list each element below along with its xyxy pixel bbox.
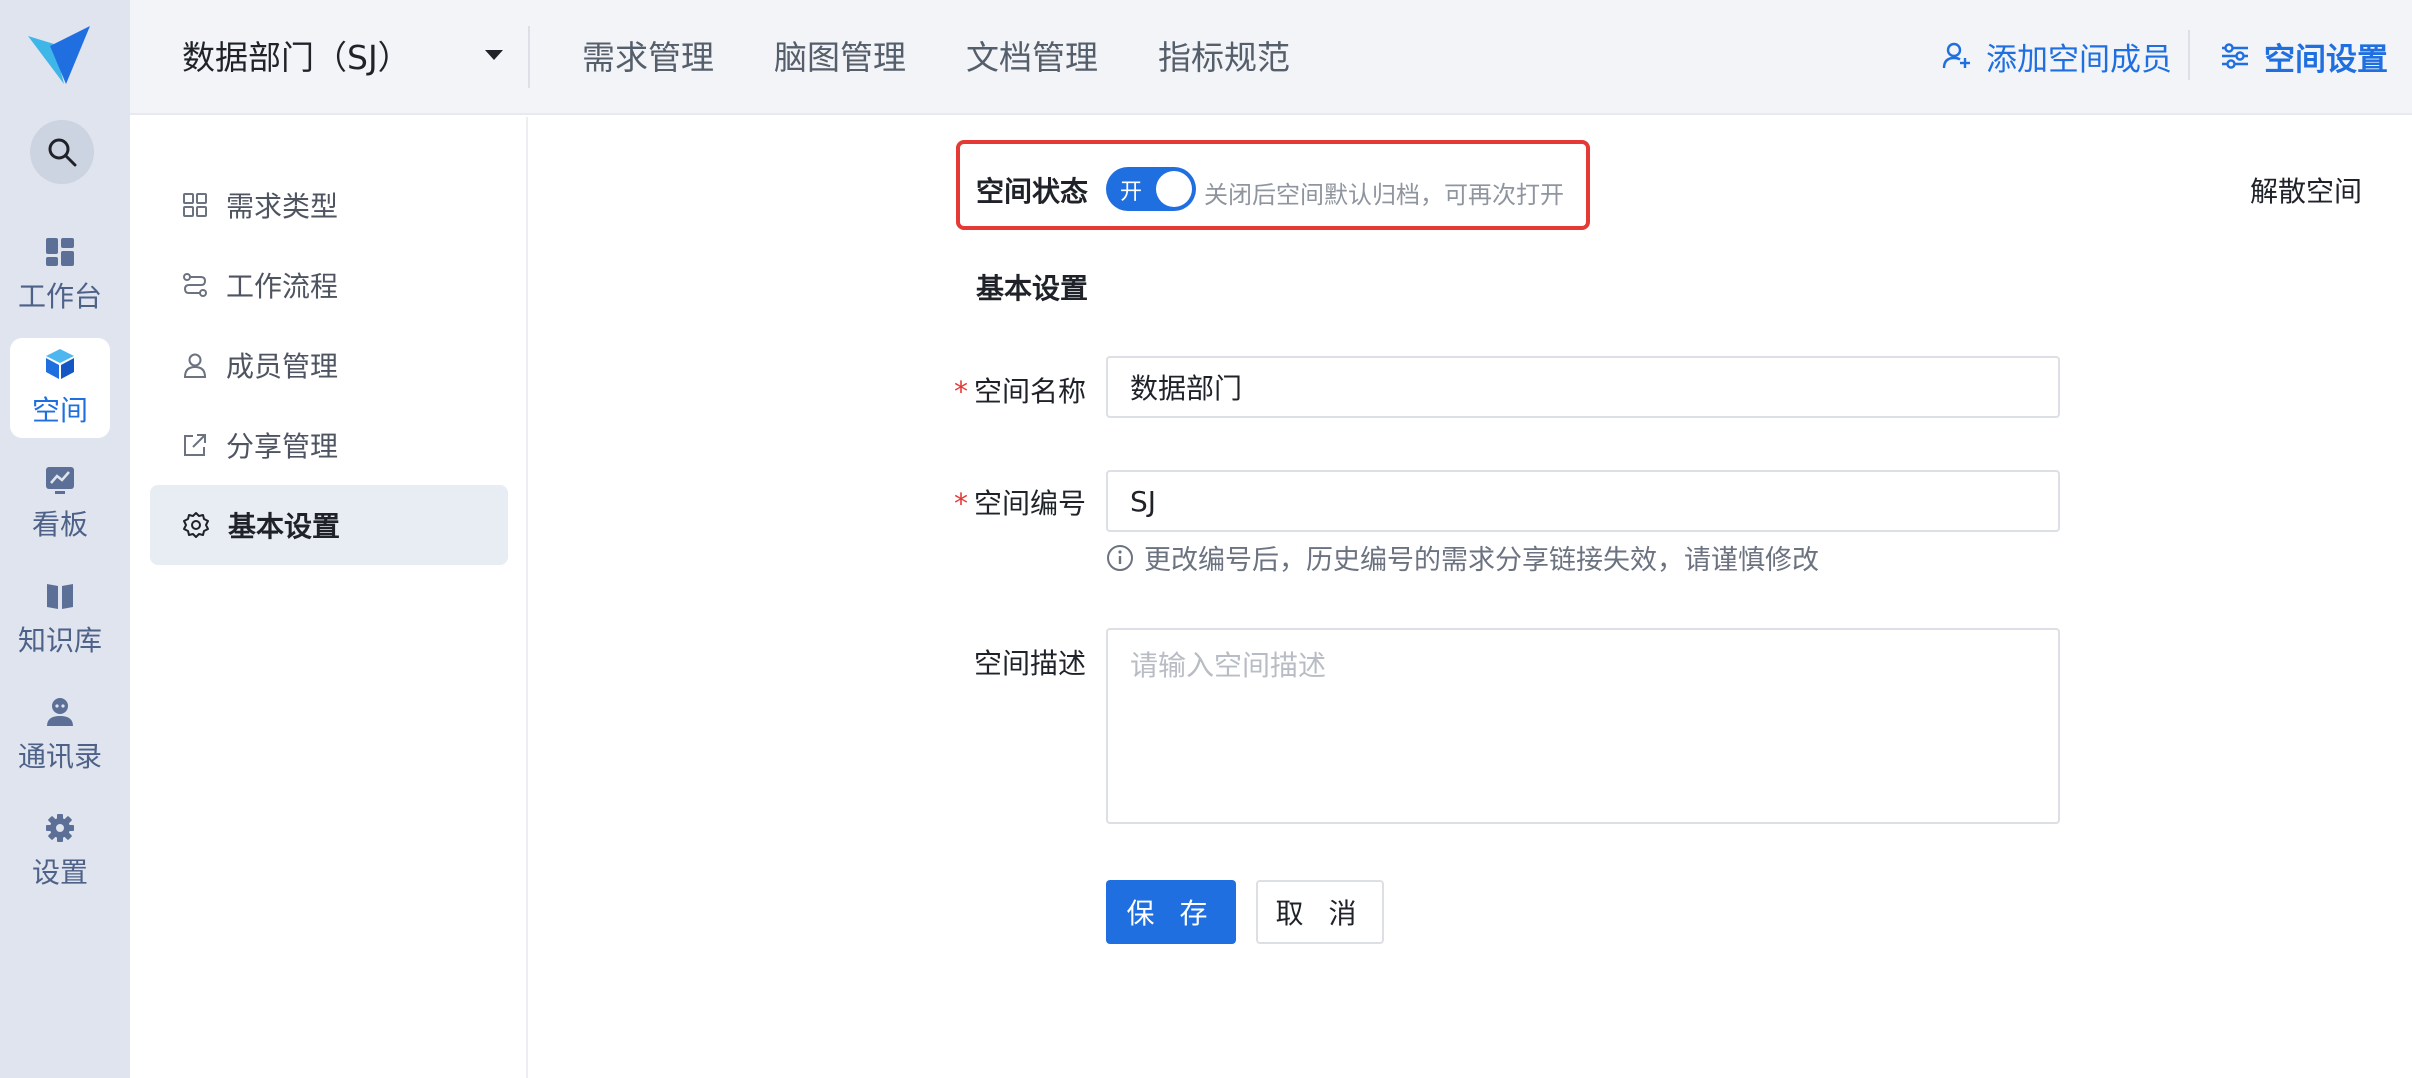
rail-item-label: 空间 bbox=[31, 394, 88, 427]
caret-down-icon[interactable] bbox=[485, 50, 503, 60]
required-mark: * bbox=[953, 375, 968, 408]
contacts-icon bbox=[47, 698, 73, 726]
cancel-button[interactable]: 取 消 bbox=[1256, 880, 1384, 944]
section-title: 基本设置 bbox=[976, 272, 1089, 305]
space-name-label-text: 空间名称 bbox=[973, 375, 1086, 408]
add-user-icon bbox=[1942, 42, 1970, 69]
subnav-item-label: 分享管理 bbox=[226, 430, 339, 463]
global-search-button[interactable] bbox=[30, 120, 94, 184]
required-mark: * bbox=[953, 487, 968, 520]
subnav-item-label: 成员管理 bbox=[226, 350, 339, 383]
sliders-icon bbox=[2222, 43, 2248, 69]
toggle-knob bbox=[1156, 171, 1192, 207]
rail-item-settings[interactable]: 设置 bbox=[10, 802, 110, 902]
subnav-item-label: 需求类型 bbox=[226, 190, 339, 223]
subnav-item-label: 工作流程 bbox=[226, 270, 339, 303]
space-code-input[interactable] bbox=[1106, 470, 2060, 532]
space-code-hint: 更改编号后，历史编号的需求分享链接失效，请谨慎修改 bbox=[1106, 538, 1819, 577]
user-icon bbox=[183, 353, 207, 378]
rail-item-label: 通讯录 bbox=[17, 740, 102, 773]
tab-requirements[interactable]: 需求管理 bbox=[582, 30, 714, 80]
space-name-input[interactable] bbox=[1106, 356, 2060, 418]
logo-icon bbox=[28, 26, 90, 84]
space-desc-label: 空间描述 bbox=[973, 647, 1086, 680]
workflow-icon bbox=[183, 273, 207, 297]
subnav-item-label: 基本设置 bbox=[228, 510, 341, 543]
rail-item-space[interactable]: 空间 bbox=[10, 338, 110, 438]
subnav-item-share[interactable]: 分享管理 bbox=[150, 405, 508, 485]
share-icon bbox=[184, 434, 206, 456]
rail-item-board[interactable]: 看板 bbox=[10, 454, 110, 554]
tab-mindmap[interactable]: 脑图管理 bbox=[774, 30, 906, 80]
divider bbox=[528, 26, 530, 88]
gear-icon bbox=[183, 512, 209, 538]
space-selector[interactable]: 数据部门（SJ） bbox=[182, 30, 411, 80]
toggle-on-text: 开 bbox=[1120, 180, 1143, 205]
save-button[interactable]: 保 存 bbox=[1106, 880, 1236, 944]
space-code-label-text: 空间编号 bbox=[973, 487, 1086, 520]
space-desc-textarea[interactable] bbox=[1106, 628, 2060, 824]
top-bar: 数据部门（SJ） 需求管理 脑图管理 文档管理 指标规范 添加空间成员 空间设置 bbox=[130, 0, 2412, 115]
space-status-label: 空间状态 bbox=[976, 175, 1089, 208]
subnav-item-requirement-types[interactable]: 需求类型 bbox=[150, 165, 508, 245]
book-icon bbox=[47, 584, 73, 609]
rail-item-label: 看板 bbox=[31, 508, 88, 541]
info-icon bbox=[1107, 544, 1133, 571]
disband-space-button[interactable]: 解散空间 bbox=[2250, 170, 2362, 210]
app-logo[interactable] bbox=[24, 24, 94, 88]
tab-metrics[interactable]: 指标规范 bbox=[1158, 30, 1290, 80]
app-rail: 工作台 空间 看板 知识库 通讯录 设置 bbox=[0, 0, 130, 1078]
gear-icon bbox=[46, 814, 74, 842]
space-settings-button[interactable]: 空间设置 bbox=[2220, 32, 2388, 80]
space-name-label: * 空间名称 bbox=[946, 370, 1086, 410]
space-code-label: * 空间编号 bbox=[946, 482, 1086, 522]
divider bbox=[2188, 30, 2190, 80]
tab-documents[interactable]: 文档管理 bbox=[966, 30, 1098, 80]
subnav-item-members[interactable]: 成员管理 bbox=[150, 325, 508, 405]
subnav-item-basic-settings[interactable]: 基本设置 bbox=[150, 485, 508, 565]
rail-item-knowledge[interactable]: 知识库 bbox=[10, 570, 110, 670]
rail-item-contacts[interactable]: 通讯录 bbox=[10, 686, 110, 786]
rail-item-label: 工作台 bbox=[17, 280, 102, 313]
add-member-button[interactable]: 添加空间成员 bbox=[1942, 32, 2172, 80]
space-status-toggle[interactable]: 开 bbox=[1106, 167, 1196, 211]
cube-icon bbox=[46, 349, 74, 379]
rail-item-label: 设置 bbox=[31, 856, 88, 889]
rail-item-label: 知识库 bbox=[17, 624, 102, 657]
grid-icon bbox=[183, 193, 207, 217]
space-settings-label: 空间设置 bbox=[2264, 41, 2388, 78]
add-member-label: 添加空间成员 bbox=[1986, 41, 2172, 78]
search-icon bbox=[48, 138, 77, 167]
settings-sidebar: 需求类型 工作流程 成员管理 分享管理 基本设置 bbox=[130, 117, 528, 1078]
rail-item-workbench[interactable]: 工作台 bbox=[10, 226, 110, 326]
space-status-hint: 关闭后空间默认归档，可再次打开 bbox=[1204, 181, 1564, 209]
chart-board-icon bbox=[46, 467, 74, 494]
space-code-hint-text: 更改编号后，历史编号的需求分享链接失效，请谨慎修改 bbox=[1144, 545, 1819, 576]
subnav-item-workflow[interactable]: 工作流程 bbox=[150, 245, 508, 325]
dashboard-icon bbox=[46, 238, 74, 266]
